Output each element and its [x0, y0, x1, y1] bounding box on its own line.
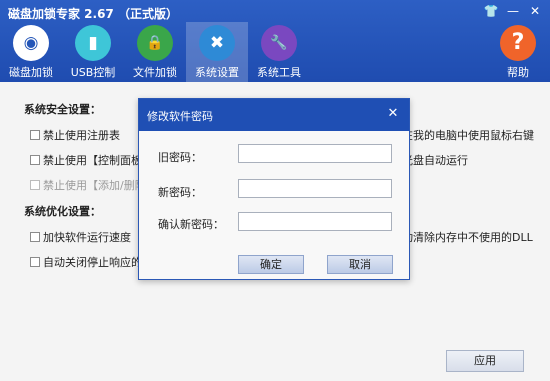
security-section-title: 系统安全设置： — [24, 103, 101, 116]
option-label: 在我的电脑中使用鼠标右键 — [402, 129, 534, 142]
checkbox-label: 禁止使用注册表 — [43, 129, 120, 142]
confirm-password-input[interactable] — [238, 212, 392, 231]
nav-usb[interactable]: ▮ USB控制 — [62, 22, 124, 82]
nav-help[interactable]: ? 帮助 — [490, 22, 546, 82]
option-label: 动清除内存中不使用的DLL — [402, 231, 533, 244]
ok-button[interactable]: 确定 — [238, 255, 304, 274]
checkbox-label: 自动关闭停止响应的程 — [43, 256, 153, 269]
checkbox-disable-registry[interactable]: 禁止使用注册表 — [30, 127, 120, 143]
skin-icon[interactable]: 👕 — [482, 3, 500, 19]
minimize-icon[interactable]: — — [504, 3, 522, 19]
help-icon: ? — [500, 25, 536, 61]
nav-file-lock[interactable]: 🔒 文件加锁 — [124, 22, 186, 82]
app-title: 磁盘加锁专家 2.67 （正式版） — [8, 7, 178, 21]
confirm-password-label: 确认新密码： — [158, 218, 224, 231]
dialog-header: 修改软件密码 ✕ — [139, 99, 409, 131]
nav-label: 磁盘加锁 — [9, 66, 53, 79]
autorun-option: 光盘自动运行 — [402, 152, 468, 168]
old-password-input[interactable] — [238, 144, 392, 163]
checkbox[interactable] — [30, 130, 40, 140]
title-bar: 磁盘加锁专家 2.67 （正式版） 👕 — ✕ ◉ 磁盘加锁 ▮ USB控制 🔒… — [0, 0, 550, 82]
checkbox[interactable] — [30, 155, 40, 165]
optimize-section-title: 系统优化设置： — [24, 205, 101, 218]
nav-label: 系统设置 — [195, 66, 239, 79]
help-label: 帮助 — [507, 66, 529, 79]
close-icon[interactable]: ✕ — [385, 106, 401, 122]
screwdriver-icon: 🔧 — [261, 25, 297, 61]
right-click-option: 在我的电脑中使用鼠标右键 — [402, 127, 534, 143]
old-password-label: 旧密码： — [158, 151, 202, 164]
nav-disk-lock[interactable]: ◉ 磁盘加锁 — [0, 22, 62, 82]
clear-dll-option: 动清除内存中不使用的DLL — [402, 229, 533, 245]
file-lock-icon: 🔒 — [137, 25, 173, 61]
nav-system-settings[interactable]: ✖ 系统设置 — [186, 22, 248, 82]
option-label: 光盘自动运行 — [402, 154, 468, 167]
usb-icon: ▮ — [75, 25, 111, 61]
new-password-label: 新密码： — [158, 186, 202, 199]
checkbox-label: 禁止使用【控制面板】 — [43, 154, 153, 167]
apply-button[interactable]: 应用 — [446, 350, 524, 372]
checkbox[interactable] — [30, 180, 40, 190]
checkbox-auto-close-hung[interactable]: 自动关闭停止响应的程 — [30, 254, 153, 270]
close-icon[interactable]: ✕ — [526, 3, 544, 19]
cancel-button[interactable]: 取消 — [327, 255, 393, 274]
nav-label: 文件加锁 — [133, 66, 177, 79]
checkbox-disable-control-panel[interactable]: 禁止使用【控制面板】 — [30, 152, 153, 168]
checkbox[interactable] — [30, 232, 40, 242]
disk-lock-icon: ◉ — [13, 25, 49, 61]
window-controls: 👕 — ✕ — [482, 3, 544, 19]
nav-label: 系统工具 — [257, 66, 301, 79]
tools-icon: ✖ — [199, 25, 235, 61]
change-password-dialog: 修改软件密码 ✕ 旧密码： 新密码： 确认新密码： 确定 取消 — [138, 98, 410, 280]
main-nav: ◉ 磁盘加锁 ▮ USB控制 🔒 文件加锁 ✖ 系统设置 🔧 系统工具 — [0, 22, 310, 82]
nav-label: USB控制 — [70, 66, 116, 79]
checkbox-speed-up[interactable]: 加快软件运行速度 — [30, 229, 131, 245]
nav-system-tools[interactable]: 🔧 系统工具 — [248, 22, 310, 82]
checkbox[interactable] — [30, 257, 40, 267]
dialog-title: 修改软件密码 — [147, 110, 213, 123]
checkbox-label: 加快软件运行速度 — [43, 231, 131, 244]
new-password-input[interactable] — [238, 179, 392, 198]
